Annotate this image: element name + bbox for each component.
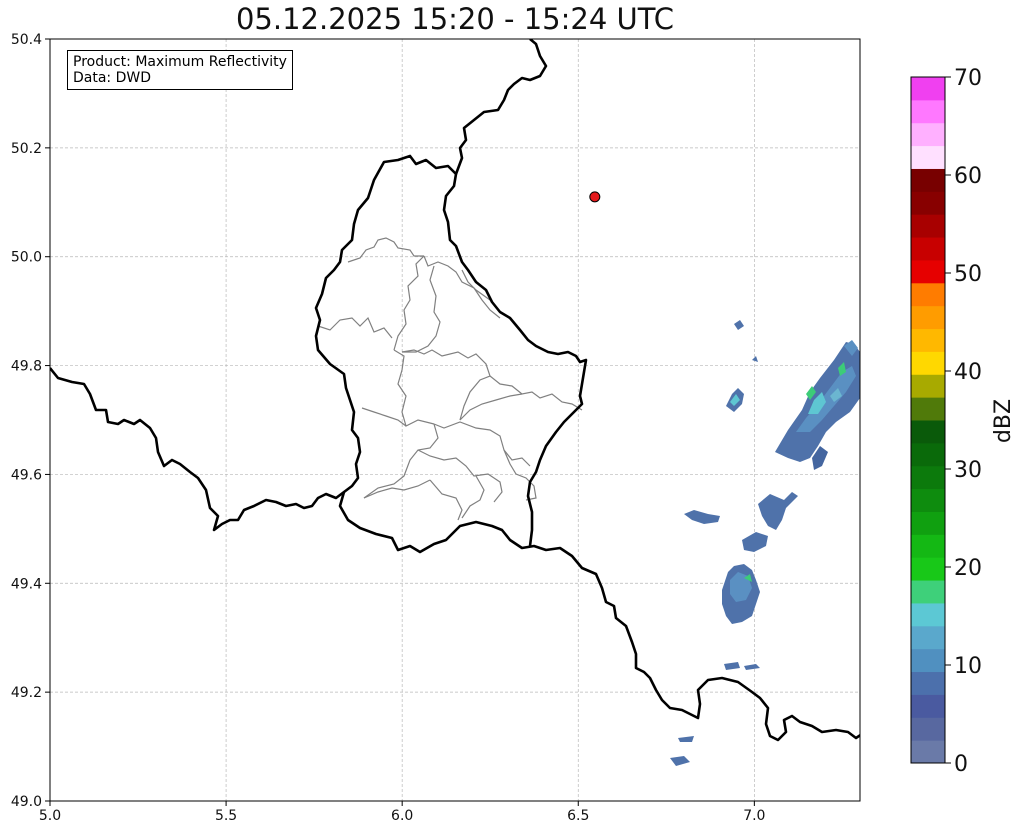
map-title: 05.12.2025 15:20 - 15:24 UTC (235, 2, 675, 36)
colorbar-segment (911, 328, 945, 352)
x-tick-label: 5.0 (39, 808, 61, 824)
colorbar-segment (911, 740, 945, 764)
y-tick-label: 49.4 (11, 576, 42, 592)
colorbar-segment (911, 511, 945, 535)
colorbar-segment (911, 442, 945, 467)
colorbar-segment (911, 374, 945, 398)
product-label: Product: Maximum Reflectivity (73, 54, 287, 70)
y-tick-label: 49.0 (11, 794, 42, 810)
colorbar-tick-label: 40 (954, 360, 982, 385)
map-area (50, 39, 860, 801)
x-tick-label: 6.0 (391, 808, 413, 824)
colorbar-segment (911, 465, 945, 490)
x-tick-label: 7.0 (743, 808, 765, 824)
y-tick-label: 50.4 (11, 32, 42, 48)
colorbar-segment (911, 580, 945, 604)
y-tick-label: 50.0 (11, 250, 42, 266)
colorbar-segment (911, 305, 945, 330)
data-source-label: Data: DWD (73, 70, 151, 86)
colorbar-segment (911, 671, 945, 695)
y-tick-label: 50.2 (11, 141, 42, 157)
colorbar-segment (911, 282, 945, 307)
colorbar-segment (911, 717, 945, 741)
colorbar-segment (911, 694, 945, 718)
colorbar: 0 10 20 30 40 50 60 70 (910, 66, 982, 777)
colorbar-segment (911, 77, 945, 101)
colorbar-segment (911, 420, 945, 444)
x-tick-label: 6.5 (567, 808, 589, 824)
colorbar-segment (911, 397, 945, 421)
colorbar-segment (911, 99, 945, 124)
colorbar-segment (911, 259, 945, 284)
colorbar-tick-label: 60 (954, 164, 982, 189)
colorbar-tick-label: 0 (954, 752, 968, 777)
colorbar-label: dBZ (991, 399, 1016, 443)
colorbar-segment (911, 625, 945, 650)
colorbar-segment (911, 534, 945, 558)
location-marker (589, 191, 601, 203)
colorbar-segment (911, 168, 945, 192)
y-tick-label: 49.2 (11, 685, 42, 701)
colorbar-segment (911, 602, 945, 627)
x-tick-label: 5.5 (215, 808, 237, 824)
product-info-box: Product: Maximum Reflectivity Data: DWD (67, 50, 293, 90)
colorbar-segment (911, 557, 945, 581)
y-tick-label: 49.6 (11, 467, 42, 483)
colorbar-segment (911, 237, 945, 261)
colorbar-segment (911, 145, 945, 169)
y-tick-label: 49.8 (11, 359, 42, 375)
colorbar-tick-label: 10 (954, 654, 982, 679)
colorbar-segment (911, 191, 945, 215)
radar-map-figure: 5.0 5.5 6.0 6.5 7.0 49.0 49.2 49.4 49.6 49.8 50.0 5… (11, 32, 1016, 824)
colorbar-segment (911, 351, 945, 375)
colorbar-segment (911, 488, 945, 512)
colorbar-segment (911, 214, 945, 238)
colorbar-tick-label: 50 (954, 262, 982, 287)
colorbar-tick-label: 20 (954, 556, 982, 581)
colorbar-tick-label: 30 (954, 458, 982, 483)
colorbar-segment (911, 122, 945, 147)
colorbar-segment (911, 648, 945, 673)
colorbar-tick-label: 70 (954, 66, 982, 91)
